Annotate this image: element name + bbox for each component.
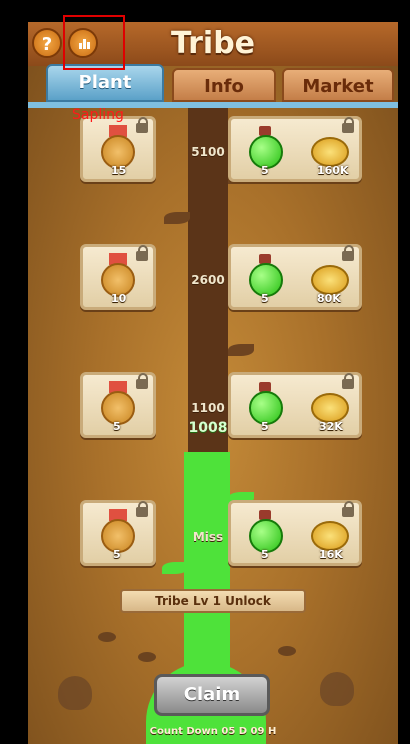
medal-quantity: 5 (113, 420, 121, 433)
tribe-unlock-banner: Tribe Lv 1 Unlock (120, 589, 306, 613)
tier-item-reward[interactable]: 5 160K (228, 116, 362, 182)
potion-quantity: 5 (261, 164, 269, 177)
tier-medal-reward[interactable]: 5 (80, 500, 156, 566)
annotation-highlight-box (63, 15, 125, 70)
tier-item-reward[interactable]: 5 16K (228, 500, 362, 566)
gold-coins-icon (311, 393, 349, 423)
gold-coins-icon (311, 137, 349, 167)
annotation-label: Sapling (72, 107, 124, 123)
creature-silhouette (58, 676, 92, 710)
tab-info[interactable]: Info (172, 68, 276, 102)
page-title: Tribe (170, 26, 256, 61)
gold-coins-icon (311, 521, 349, 551)
question-icon: ? (41, 34, 53, 55)
lock-icon (342, 501, 354, 517)
medal-quantity: 15 (111, 164, 127, 177)
lock-icon (342, 373, 354, 389)
leaf-icon (228, 344, 254, 356)
rock-decoration (138, 652, 156, 662)
tab-bar: Plant Info Market (46, 64, 398, 104)
coin-quantity: 160K (317, 164, 349, 177)
lock-icon (342, 117, 354, 133)
tribe-screen: ? Tribe Plant Info Market 5100 2600 1100… (28, 22, 398, 744)
lock-icon (136, 245, 148, 261)
medal-quantity: 10 (111, 292, 127, 305)
potion-quantity: 5 (261, 292, 269, 305)
coin-quantity: 80K (317, 292, 341, 305)
potion-quantity: 5 (261, 548, 269, 561)
potion-quantity: 5 (261, 420, 269, 433)
rock-decoration (98, 632, 116, 642)
coin-quantity: 32K (319, 420, 343, 433)
leaf-icon (164, 212, 190, 224)
claim-button[interactable]: Claim (154, 674, 270, 716)
creature-silhouette (320, 672, 354, 706)
lock-icon (342, 245, 354, 261)
coin-quantity: 16K (319, 548, 343, 561)
tier-medal-reward[interactable]: 15 (80, 116, 156, 182)
leaf-icon (162, 562, 188, 574)
lock-icon (136, 373, 148, 389)
tier-medal-reward[interactable]: 5 (80, 372, 156, 438)
tab-market[interactable]: Market (282, 68, 394, 102)
tier-medal-reward[interactable]: 10 (80, 244, 156, 310)
countdown-timer: Count Down 05 D 09 H (149, 726, 277, 737)
medal-quantity: 5 (113, 548, 121, 561)
lock-icon (136, 501, 148, 517)
tier-item-reward[interactable]: 5 80K (228, 244, 362, 310)
tier-item-reward[interactable]: 5 32K (228, 372, 362, 438)
lock-icon (136, 117, 148, 133)
gold-coins-icon (311, 265, 349, 295)
help-button[interactable]: ? (32, 28, 62, 58)
rock-decoration (278, 646, 296, 656)
